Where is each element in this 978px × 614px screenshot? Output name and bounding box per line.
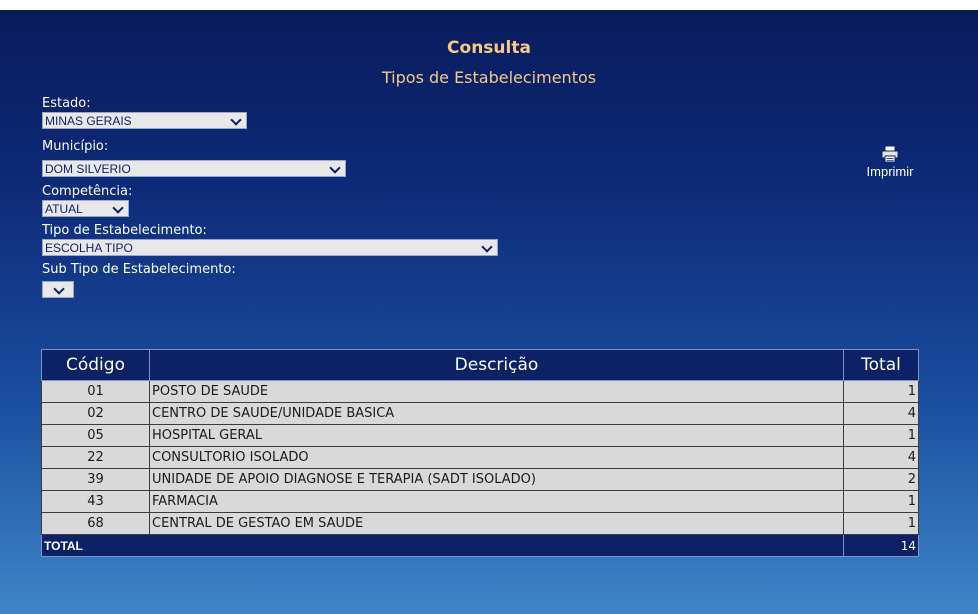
tipo-label: Tipo de Estabelecimento: xyxy=(42,223,207,238)
row-code[interactable]: 68 xyxy=(41,512,150,535)
table-row[interactable]: 01 POSTO DE SAUDE 1 xyxy=(41,380,919,403)
table-row[interactable]: 68 CENTRAL DE GESTAO EM SAUDE 1 xyxy=(41,512,919,535)
total-value: 14 xyxy=(843,534,919,557)
column-header-descricao[interactable]: Descrição xyxy=(149,349,844,381)
row-code[interactable]: 01 xyxy=(41,380,150,403)
row-code[interactable]: 02 xyxy=(41,402,150,425)
total-label: TOTAL xyxy=(41,534,844,557)
subtipo-select[interactable] xyxy=(42,281,74,298)
row-total: 1 xyxy=(843,380,919,403)
row-description: CONSULTORIO ISOLADO xyxy=(149,446,844,469)
subtipo-label: Sub Tipo de Estabelecimento: xyxy=(42,262,236,277)
table-row[interactable]: 22 CONSULTORIO ISOLADO 4 xyxy=(41,446,919,469)
competencia-select[interactable]: ATUAL xyxy=(42,200,129,217)
row-total: 1 xyxy=(843,512,919,535)
competencia-label: Competência: xyxy=(42,184,133,199)
row-description: CENTRO DE SAUDE/UNIDADE BASICA xyxy=(149,402,844,425)
row-description: POSTO DE SAUDE xyxy=(149,380,844,403)
estado-select-value: MINAS GERAIS xyxy=(45,114,132,128)
row-code[interactable]: 43 xyxy=(41,490,150,513)
row-total: 4 xyxy=(843,446,919,469)
page-subtitle: Tipos de Estabelecimentos xyxy=(381,68,597,87)
tipo-select-value: ESCOLHA TIPO xyxy=(45,241,133,255)
chevron-down-icon xyxy=(329,162,341,174)
competencia-select-value: ATUAL xyxy=(45,202,83,216)
top-strip xyxy=(0,0,978,10)
table-row[interactable]: 43 FARMACIA 1 xyxy=(41,490,919,513)
row-description: FARMACIA xyxy=(149,490,844,513)
establishment-types-table: Código Descrição Total 01 POSTO DE SAUDE… xyxy=(41,349,919,557)
column-header-codigo[interactable]: Código xyxy=(41,349,150,381)
row-total: 4 xyxy=(843,402,919,425)
print-label: Imprimir xyxy=(866,164,914,179)
chevron-down-icon xyxy=(53,283,65,295)
municipio-select-value: DOM SILVERIO xyxy=(45,162,131,176)
estado-select[interactable]: MINAS GERAIS xyxy=(42,112,247,129)
table-total-row: TOTAL 14 xyxy=(41,534,919,557)
row-total: 1 xyxy=(843,490,919,513)
page-title: Consulta xyxy=(447,38,531,58)
row-total: 2 xyxy=(843,468,919,491)
page-header: Consulta Tipos de Estabelecimentos xyxy=(0,38,978,87)
chevron-down-icon xyxy=(481,241,493,253)
row-code[interactable]: 05 xyxy=(41,424,150,447)
row-description: UNIDADE DE APOIO DIAGNOSE E TERAPIA (SAD… xyxy=(149,468,844,491)
municipio-select[interactable]: DOM SILVERIO xyxy=(42,160,346,177)
table-header-row: Código Descrição Total xyxy=(41,349,919,381)
row-code[interactable]: 22 xyxy=(41,446,150,469)
table-row[interactable]: 02 CENTRO DE SAUDE/UNIDADE BASICA 4 xyxy=(41,402,919,425)
row-code[interactable]: 39 xyxy=(41,468,150,491)
table-row[interactable]: 39 UNIDADE DE APOIO DIAGNOSE E TERAPIA (… xyxy=(41,468,919,491)
estado-label: Estado: xyxy=(42,96,91,111)
table-row[interactable]: 05 HOSPITAL GERAL 1 xyxy=(41,424,919,447)
printer-icon xyxy=(881,146,899,162)
print-button[interactable]: Imprimir xyxy=(856,146,924,179)
tipo-select[interactable]: ESCOLHA TIPO xyxy=(42,239,498,256)
column-header-total[interactable]: Total xyxy=(843,349,919,381)
row-total: 1 xyxy=(843,424,919,447)
chevron-down-icon xyxy=(112,202,124,214)
row-description: CENTRAL DE GESTAO EM SAUDE xyxy=(149,512,844,535)
row-description: HOSPITAL GERAL xyxy=(149,424,844,447)
chevron-down-icon xyxy=(230,114,242,126)
filter-form: Estado: MINAS GERAIS Município: DOM SILV… xyxy=(42,95,498,298)
municipio-label: Município: xyxy=(42,139,109,154)
